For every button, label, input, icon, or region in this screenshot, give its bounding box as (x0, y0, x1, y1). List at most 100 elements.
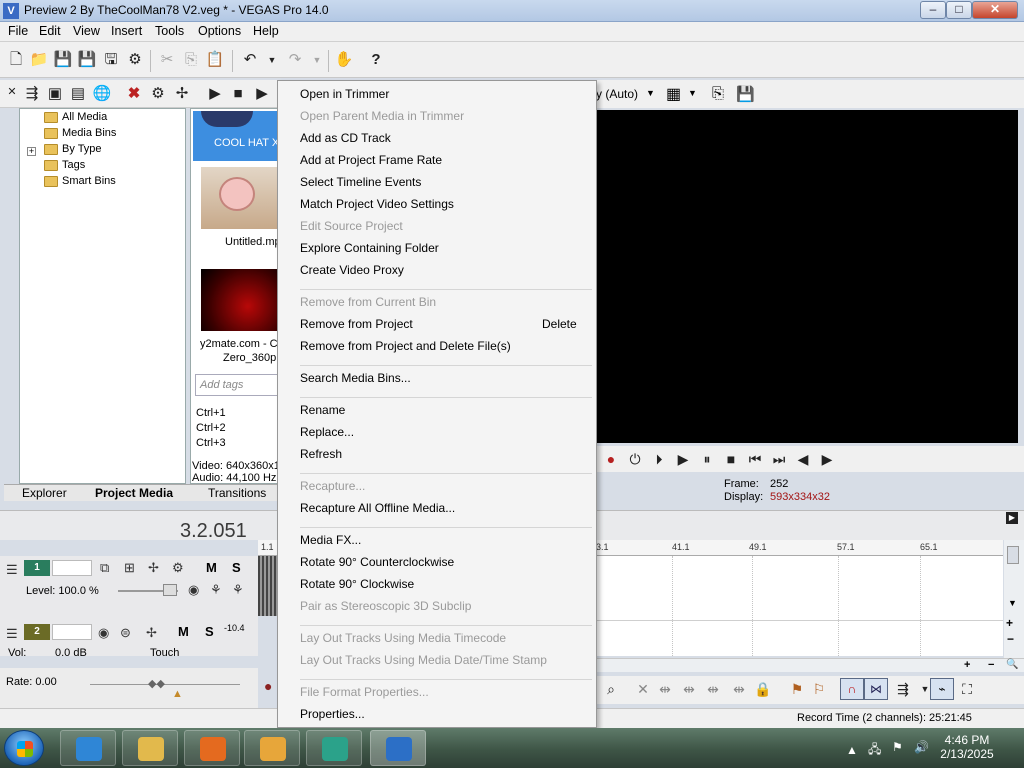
paste-icon[interactable]: 📋 (205, 50, 225, 70)
menu-item-media-fx[interactable]: Media FX... (300, 533, 361, 547)
track-collapse-icon[interactable]: ☰ (6, 626, 18, 642)
rate-slider[interactable] (90, 684, 240, 685)
ignore-grouping-icon[interactable]: ⛶ (958, 680, 976, 698)
menu-file[interactable]: File (8, 24, 28, 38)
menu-item-explore-containing-folder[interactable]: Explore Containing Folder (300, 241, 439, 255)
network-icon[interactable]: 🖧 (868, 740, 881, 761)
zoom-in-icon[interactable]: + (1006, 616, 1013, 630)
track-name-field[interactable] (52, 560, 92, 576)
taskbar-file-explorer[interactable] (122, 730, 178, 766)
cut-icon[interactable]: ✂ (157, 50, 177, 70)
close-panel-icon[interactable]: ✕ (2, 82, 22, 102)
start-button[interactable] (4, 730, 44, 766)
next-frame-icon[interactable]: ▶ (818, 450, 836, 468)
render-as-icon[interactable]: 🖫 (101, 50, 121, 70)
menu-item-rotate-90-counterclockwise[interactable]: Rotate 90° Counterclockwise (300, 555, 454, 569)
whats-this-help-icon[interactable]: ? (366, 50, 386, 70)
mute-button[interactable]: M (178, 624, 189, 639)
menu-item-replace[interactable]: Replace... (300, 425, 354, 439)
record-arm-icon[interactable]: ◉ (98, 625, 109, 641)
rate-slider-handle[interactable]: ◆◆ (148, 677, 165, 690)
menu-item-add-as-cd-track[interactable]: Add as CD Track (300, 131, 391, 145)
menu-item-refresh[interactable]: Refresh (300, 447, 342, 461)
menu-options[interactable]: Options (198, 24, 241, 38)
split-icon[interactable]: ⇹ (730, 680, 748, 698)
capture-video-icon[interactable]: ▣ (45, 84, 65, 104)
region-icon[interactable]: ⚐ (810, 680, 828, 698)
track-compositing-icon[interactable]: ⊞ (124, 560, 135, 576)
minimize-button[interactable]: – (920, 1, 946, 19)
trim-icon[interactable]: ⇹ (656, 680, 674, 698)
remove-media-icon[interactable]: ✖ (124, 84, 144, 104)
vertical-scrollbar[interactable]: ▼ + − (1004, 540, 1024, 670)
add-tags-input[interactable]: Add tags (195, 374, 279, 396)
taskbar-media-player[interactable] (244, 730, 300, 766)
track-fx-icon[interactable]: ✢ (146, 625, 157, 641)
track-name-field[interactable] (52, 624, 92, 640)
redo-icon[interactable]: ↷ (285, 50, 305, 70)
media-fx-icon[interactable]: ⚙ (148, 84, 168, 104)
timeline-menu-icon[interactable]: ▶ (1006, 512, 1018, 524)
volume-icon[interactable]: 🔊 (914, 740, 929, 754)
automation-mode[interactable]: Touch (150, 647, 179, 659)
menu-item-create-video-proxy[interactable]: Create Video Proxy (300, 263, 404, 277)
auto-crossfade-toggle[interactable]: ⋈ (864, 678, 888, 700)
copy-snapshot-icon[interactable]: ⎘ (712, 85, 724, 102)
scroll-thumb[interactable] (1007, 546, 1019, 564)
undo-icon[interactable]: ↶ (240, 50, 260, 70)
invert-phase-icon[interactable]: ⊜ (120, 625, 131, 641)
track-envelope-icon[interactable]: ⚘ (232, 582, 244, 598)
tab-explorer[interactable]: Explorer (22, 486, 67, 500)
copy-icon[interactable]: ⎘ (181, 50, 201, 70)
stop-icon[interactable]: ■ (228, 84, 248, 104)
system-clock[interactable]: 4:46 PM 2/13/2025 (930, 733, 1004, 761)
menu-item-recapture-all-offline-media[interactable]: Recapture All Offline Media... (300, 501, 455, 515)
tree-item-all-media[interactable]: All Media (44, 111, 107, 127)
maximize-button[interactable]: □ (946, 1, 972, 19)
delete-icon[interactable]: ✕ (634, 680, 652, 698)
menu-item-open-in-trimmer[interactable]: Open in Trimmer (300, 87, 389, 101)
track-gear-icon[interactable]: ⚙ (172, 560, 184, 576)
previous-frame-icon[interactable]: ◀ (794, 450, 812, 468)
solo-button[interactable]: S (232, 560, 241, 575)
taskbar-vegas-pro[interactable] (370, 730, 426, 766)
undo-dropdown-icon[interactable]: ▼ (262, 50, 282, 70)
solo-button[interactable]: S (205, 624, 214, 639)
zoom-out-horizontal-icon[interactable]: − (988, 659, 994, 671)
chevron-down-icon[interactable]: ▼ (646, 88, 655, 98)
tab-project-media[interactable]: Project Media (95, 486, 173, 500)
zoom-edit-icon[interactable]: ⌕ (602, 680, 620, 698)
mute-button[interactable]: M (206, 560, 217, 575)
track-motion-icon[interactable]: ⧉ (100, 560, 109, 576)
level-slider-handle[interactable] (163, 584, 177, 596)
open-icon[interactable]: 📁 (29, 50, 49, 70)
auto-preview-icon[interactable]: ✢ (172, 84, 192, 104)
chevron-down-icon[interactable]: ▼ (688, 88, 697, 98)
trim-end-icon[interactable]: ⇹ (704, 680, 722, 698)
go-to-end-icon[interactable]: ⏭ (770, 450, 788, 468)
auto-play-icon[interactable]: ▶ (252, 84, 272, 104)
menu-item-match-project-video-settings[interactable]: Match Project Video Settings (300, 197, 454, 211)
taskbar-internet-explorer[interactable] (60, 730, 116, 766)
import-media-icon[interactable]: ⇶ (22, 84, 42, 104)
horizontal-scrollbar[interactable]: + − 🔍 (596, 658, 1024, 672)
trim-start-icon[interactable]: ⇹ (680, 680, 698, 698)
redo-dropdown-icon[interactable]: ▼ (307, 50, 327, 70)
get-media-icon[interactable]: ▤ (68, 84, 88, 104)
ripple-edit-icon[interactable]: ⇶ (894, 680, 912, 698)
menu-item-select-timeline-events[interactable]: Select Timeline Events (300, 175, 421, 189)
menu-item-remove-from-project[interactable]: Remove from Project (300, 317, 413, 331)
tree-item-media-bins[interactable]: Media Bins (44, 127, 116, 143)
track-fx-icon[interactable]: ✢ (148, 560, 159, 576)
menu-tools[interactable]: Tools (155, 24, 184, 38)
menu-help[interactable]: Help (253, 24, 279, 38)
menu-insert[interactable]: Insert (111, 24, 142, 38)
hand-tool-icon[interactable]: ✋ (334, 50, 354, 70)
tree-item-smart-bins[interactable]: Smart Bins (44, 175, 116, 191)
play-from-start-icon[interactable]: ⏵ (650, 450, 668, 468)
web-media-icon[interactable]: 🌐 (92, 84, 112, 104)
track-collapse-icon[interactable]: ☰ (6, 562, 18, 578)
save-as-icon[interactable]: 💾 (77, 50, 97, 70)
timeline-tracks[interactable] (596, 556, 1003, 656)
parent-compositing-icon[interactable]: ⚘ (210, 582, 222, 598)
